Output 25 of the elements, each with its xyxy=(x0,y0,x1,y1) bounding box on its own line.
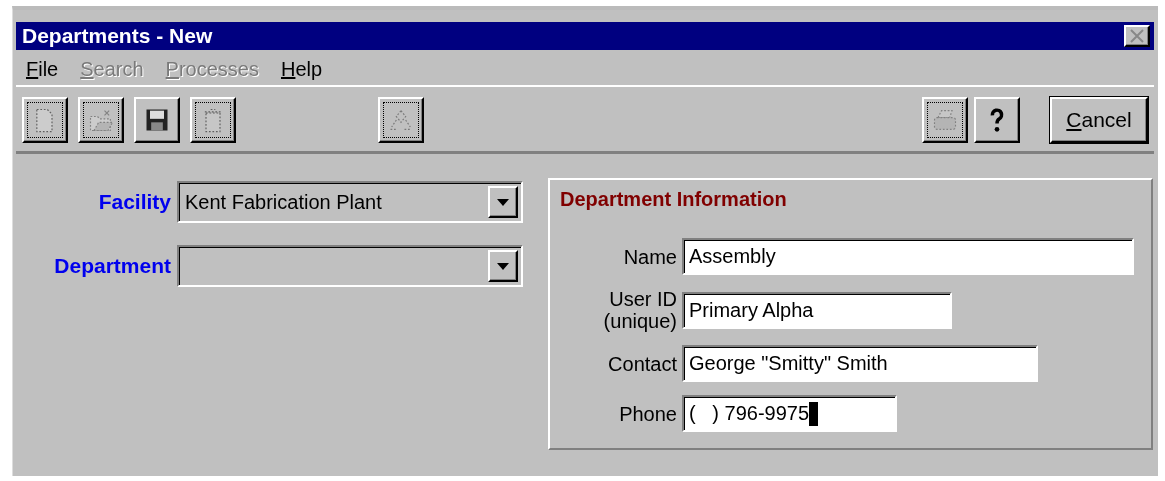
text-field[interactable]: ( ) 796-9975 xyxy=(682,395,897,432)
toolbar-button[interactable] xyxy=(190,97,236,143)
group-title: Department Information xyxy=(560,188,788,211)
field-label: Name xyxy=(622,245,677,268)
toolbar-button[interactable] xyxy=(922,97,968,143)
field-label: User ID (unique) xyxy=(602,288,677,332)
text-field[interactable]: Primary Alpha xyxy=(682,291,952,329)
menu-item[interactable]: File xyxy=(26,58,59,81)
close-icon[interactable] xyxy=(1124,25,1150,47)
window-title: Departments - New xyxy=(22,24,213,48)
toolbar-button[interactable] xyxy=(974,97,1020,143)
field-label: Contact xyxy=(607,352,677,375)
dropdown-field[interactable]: Kent Fabrication Plant xyxy=(177,181,523,223)
menu-item[interactable]: Help xyxy=(281,58,323,81)
toolbar-button[interactable] xyxy=(22,97,68,143)
toolbar-button[interactable] xyxy=(378,97,424,143)
text-field[interactable]: George "Smitty" Smith xyxy=(682,345,1038,382)
toolbar-button[interactable] xyxy=(78,97,124,143)
cancel-button[interactable]: Cancel xyxy=(1050,97,1148,143)
dropdown-field[interactable] xyxy=(177,245,523,287)
field-label: Department xyxy=(53,254,171,278)
field-label: Facility xyxy=(97,190,171,214)
toolbar-button[interactable] xyxy=(134,97,180,143)
field-label: Phone xyxy=(618,402,677,425)
text-field[interactable]: Assembly xyxy=(682,238,1134,275)
